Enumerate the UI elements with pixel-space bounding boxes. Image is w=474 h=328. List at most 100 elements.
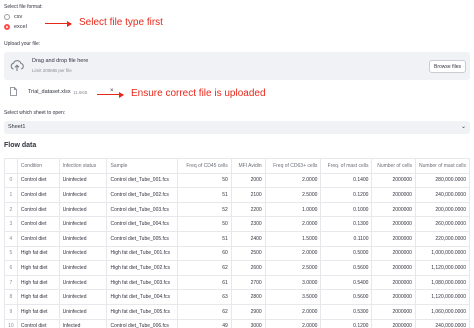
table-cell: 220,000.0000 xyxy=(414,230,471,247)
uploaded-file-name: Trial_dataset.xlsx xyxy=(28,89,71,95)
table-cell: Uninfected xyxy=(58,274,108,291)
table-cell: Infected xyxy=(58,318,108,328)
table-cell: 2000000 xyxy=(371,187,416,203)
table-cell: 0.5300 xyxy=(320,303,373,320)
table-cell: High fat diet_Tube_003.fcs xyxy=(106,274,179,291)
table-cell: Uninfected xyxy=(58,172,108,189)
table-cell: 2600 xyxy=(230,260,266,276)
table-row[interactable]: 9 High fat diet Uninfected High fat diet_Tu… xyxy=(4,303,471,320)
table-row[interactable]: 8 High fat diet Uninfected High fat diet_Tu… xyxy=(4,289,471,305)
sheet-select[interactable]: Sheet1 ⌄ xyxy=(4,121,470,134)
table-body: 0 Control diet Uninfected Control diet_Tube… xyxy=(4,172,471,328)
column-header[interactable]: Infection status xyxy=(58,158,108,174)
table-cell: 62 xyxy=(177,260,232,276)
table-cell: 0.5400 xyxy=(320,274,373,291)
radio-csv[interactable] xyxy=(4,14,10,20)
file-dropzone[interactable]: Drag and drop file here Limit 200MB per … xyxy=(4,52,470,80)
table-row[interactable]: 0 Control diet Uninfected Control diet_Tube… xyxy=(4,172,471,189)
table-row[interactable]: 2 Control diet Uninfected Control diet_Tube… xyxy=(4,201,471,218)
table-cell: 1,080,000.0000 xyxy=(414,274,471,291)
table-cell: 2000 xyxy=(230,172,266,189)
table-cell: High fat diet_Tube_004.fcs xyxy=(106,289,179,305)
table-cell: 50 xyxy=(177,216,232,232)
table-cell: 0.5000 xyxy=(320,245,373,262)
table-cell: Uninfected xyxy=(58,201,108,218)
annotation-file-uploaded: Ensure correct file is uploaded xyxy=(131,88,266,99)
dropzone-limit: Limit 200MB per file xyxy=(32,68,72,73)
row-index: 4 xyxy=(4,230,18,247)
table-cell: 240,000.0000 xyxy=(414,187,471,203)
column-header[interactable]: Condition xyxy=(16,158,60,174)
annotation-arrow-file-uploaded xyxy=(97,91,124,98)
column-header[interactable] xyxy=(4,158,18,174)
table-cell: Control diet_Tube_003.fcs xyxy=(106,201,179,218)
table-cell: 0.5600 xyxy=(320,260,373,276)
table-cell: 2000000 xyxy=(371,303,416,320)
table-cell: High fat diet_Tube_002.fcs xyxy=(106,260,179,276)
file-format-label: Select file format: xyxy=(4,4,43,10)
table-cell: 2700 xyxy=(230,274,266,291)
table-cell: 2000000 xyxy=(371,318,416,328)
browse-files-button[interactable]: Browse files xyxy=(429,60,466,73)
table-cell: 2.0000 xyxy=(264,318,322,328)
table-cell: 2500 xyxy=(230,245,266,262)
column-header[interactable]: Number of mast cells xyxy=(414,158,471,174)
table-cell: 2800 xyxy=(230,289,266,305)
table-cell: 50 xyxy=(177,172,232,189)
table-cell: 62 xyxy=(177,303,232,320)
table-cell: 0.1000 xyxy=(320,201,373,218)
radio-option-csv[interactable]: csv xyxy=(4,14,22,20)
table-cell: 2000000 xyxy=(371,260,416,276)
table-cell: 2100 xyxy=(230,187,266,203)
table-row[interactable]: 4 Control diet Uninfected Control diet_Tube… xyxy=(4,230,471,247)
table-cell: High fat diet xyxy=(16,274,60,291)
row-index: 7 xyxy=(4,274,18,291)
table-cell: 52 xyxy=(177,201,232,218)
annotation-arrow-file-type xyxy=(45,20,72,27)
column-header[interactable]: Freq of CD45 cells xyxy=(177,158,232,174)
cloud-upload-icon xyxy=(10,60,24,71)
table-cell: 280,000.0000 xyxy=(414,172,471,189)
table-cell: Control diet xyxy=(16,230,60,247)
table-cell: 2000000 xyxy=(371,216,416,232)
row-index: 5 xyxy=(4,245,18,262)
row-index: 0 xyxy=(4,172,18,189)
table-cell: Control diet_Tube_005.fcs xyxy=(106,230,179,247)
column-header[interactable]: Number of cells xyxy=(371,158,416,174)
table-row[interactable]: 10 Control diet Infected Control diet_Tube_… xyxy=(4,318,471,328)
table-cell: 3.0000 xyxy=(264,274,322,291)
table-row[interactable]: 5 High fat diet Uninfected High fat diet_Tu… xyxy=(4,245,471,262)
table-cell: 0.1200 xyxy=(320,318,373,328)
table-cell: 2.0000 xyxy=(264,216,322,232)
row-index: 8 xyxy=(4,289,18,305)
table-row[interactable]: 6 High fat diet Uninfected High fat diet_Tu… xyxy=(4,260,471,276)
radio-excel[interactable] xyxy=(4,24,10,30)
table-cell: 2200 xyxy=(230,201,266,218)
table-cell: 51 xyxy=(177,230,232,247)
column-header[interactable]: Freq. of mast cells xyxy=(320,158,373,174)
annotation-file-type: Select file type first xyxy=(79,17,163,28)
table-cell: 2000000 xyxy=(371,245,416,262)
chevron-down-icon: ⌄ xyxy=(460,124,466,130)
file-icon xyxy=(10,87,17,96)
table-cell: Uninfected xyxy=(58,187,108,203)
table-cell: 2.0000 xyxy=(264,303,322,320)
table-row[interactable]: 1 Control diet Uninfected Control diet_Tube… xyxy=(4,187,471,203)
table-cell: High fat diet xyxy=(16,303,60,320)
column-header[interactable]: MFI Avidin xyxy=(230,158,266,174)
table-cell: Uninfected xyxy=(58,245,108,262)
column-header[interactable]: Sample xyxy=(106,158,179,174)
table-cell: 2000000 xyxy=(371,201,416,218)
column-header[interactable]: Freq of CD63+ cells xyxy=(264,158,322,174)
table-cell: 2000000 xyxy=(371,230,416,247)
table-row[interactable]: 3 Control diet Uninfected Control diet_Tube… xyxy=(4,216,471,232)
table-row[interactable]: 7 High fat diet Uninfected High fat diet_Tu… xyxy=(4,274,471,291)
row-index: 2 xyxy=(4,201,18,218)
row-index: 9 xyxy=(4,303,18,320)
table-cell: 200,000.0000 xyxy=(414,201,471,218)
radio-option-excel[interactable]: excel xyxy=(4,24,27,30)
table-cell: 60 xyxy=(177,245,232,262)
uploaded-file-size: 11.6KB xyxy=(73,90,88,95)
table-cell: 2000000 xyxy=(371,274,416,291)
flow-data-table[interactable]: Condition Infection status Sample Freq of C… xyxy=(4,158,471,328)
